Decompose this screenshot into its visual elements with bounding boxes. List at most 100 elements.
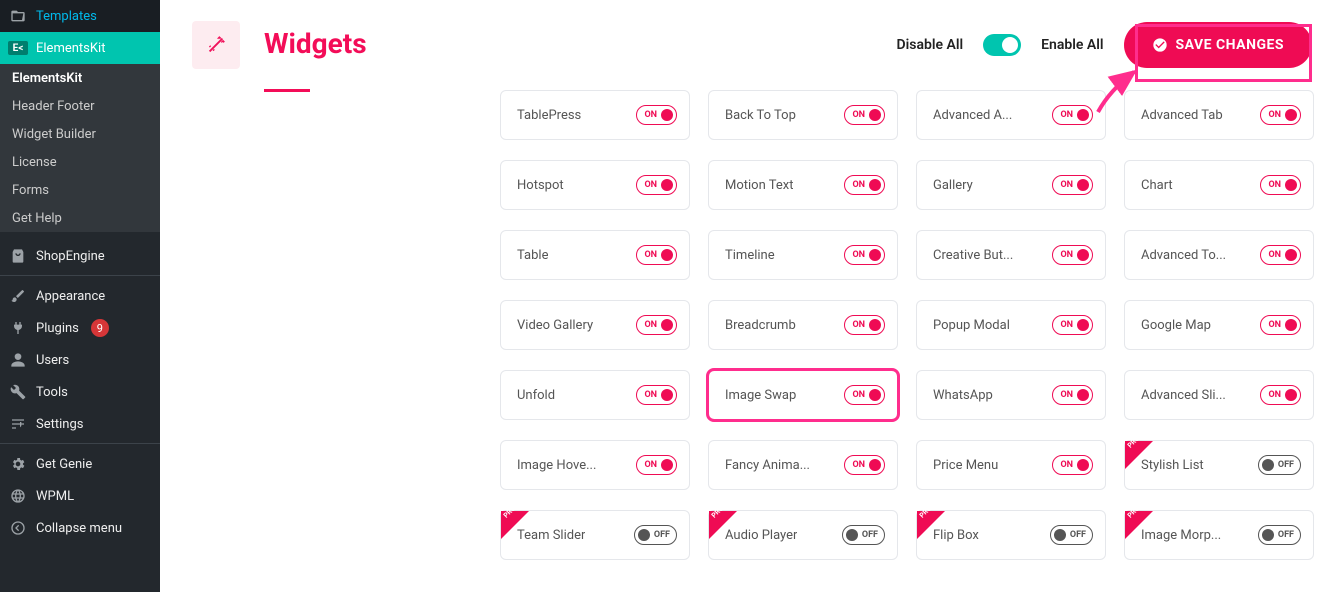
disable-all-label[interactable]: Disable All [897,37,964,53]
widget-toggle[interactable]: ON [844,245,885,265]
widget-card[interactable]: Fancy Anima...ON [708,440,898,490]
widget-label: Motion Text [725,178,793,193]
sidebar-item-shopengine[interactable]: ShopEngine [0,240,160,272]
master-toggle[interactable] [983,34,1021,56]
widget-card[interactable]: Google MapON [1124,300,1314,350]
toggle-knob-icon [661,249,673,261]
sidebar-item-plugins[interactable]: Plugins 9 [0,312,160,344]
widget-label: Breadcrumb [725,318,796,333]
widget-label: Image Hove... [517,458,596,473]
widget-card[interactable]: Timeline ON [708,230,898,280]
sidebar-item-label: Collapse menu [36,521,122,536]
toggle-state-label: ON [1056,460,1073,470]
widget-toggle[interactable]: ON [636,315,677,335]
widget-card[interactable]: Image SwapON [708,370,898,420]
widget-card[interactable]: WhatsAppON [916,370,1106,420]
widget-toggle[interactable]: ON [844,385,885,405]
widget-card[interactable]: Popup ModalON [916,300,1106,350]
sidebar-sub-elementskit[interactable]: ElementsKit [0,64,160,92]
widget-label: Chart [1141,178,1173,193]
sidebar-sub-get-help[interactable]: Get Help [0,204,160,232]
widget-card[interactable]: Price Menu ON [916,440,1106,490]
sidebar-item-elementskit[interactable]: E< ElementsKit [0,32,160,64]
enable-all-label[interactable]: Enable All [1041,37,1103,53]
sidebar-item-wpml[interactable]: WPML [0,480,160,512]
widget-toggle[interactable]: ON [636,105,677,125]
widget-card[interactable]: Advanced A...ON [916,90,1106,140]
widget-toggle[interactable]: OFF [1050,525,1093,545]
toggle-state-label: ON [848,110,865,120]
widget-card[interactable]: Unfold ON [500,370,690,420]
widget-card[interactable]: Advanced TabON [1124,90,1314,140]
sidebar-item-getgenie[interactable]: Get Genie [0,448,160,480]
sidebar-item-users[interactable]: Users [0,344,160,376]
widget-label: Price Menu [933,458,998,473]
widget-card[interactable]: PROTeam SliderOFF [500,510,690,560]
widget-card[interactable]: TablePress ON [500,90,690,140]
widget-card[interactable]: Creative But...ON [916,230,1106,280]
widget-label: Back To Top [725,108,796,123]
widget-toggle[interactable]: ON [1052,175,1093,195]
widget-toggle[interactable]: ON [1052,455,1093,475]
widget-toggle[interactable]: OFF [1258,455,1301,475]
sidebar-sub-license[interactable]: License [0,148,160,176]
widget-toggle[interactable]: ON [844,315,885,335]
widget-toggle[interactable]: OFF [842,525,885,545]
widget-toggle[interactable]: ON [636,455,677,475]
widget-toggle[interactable]: ON [1260,175,1301,195]
widget-card[interactable]: Chart ON [1124,160,1314,210]
sidebar-sub-header-footer[interactable]: Header Footer [0,92,160,120]
toggle-state-label: OFF [862,530,881,540]
widget-toggle[interactable]: ON [1052,245,1093,265]
widget-card[interactable]: Motion Text ON [708,160,898,210]
widget-toggle[interactable]: OFF [1258,525,1301,545]
widget-card[interactable]: Image Hove... ON [500,440,690,490]
sidebar-item-appearance[interactable]: Appearance [0,280,160,312]
widget-label: Advanced To... [1141,248,1226,263]
sidebar-item-label: ShopEngine [36,249,105,264]
widget-card[interactable]: Video GalleryON [500,300,690,350]
widget-toggle[interactable]: ON [636,245,677,265]
toggle-knob-icon [661,109,673,121]
widget-card[interactable]: GalleryON [916,160,1106,210]
widget-toggle[interactable]: ON [844,455,885,475]
widget-label: TablePress [517,108,581,123]
toggle-knob-icon [869,389,881,401]
widget-toggle[interactable]: ON [1052,385,1093,405]
sidebar-item-label: WPML [36,489,74,504]
widget-card[interactable]: PROFlip BoxOFF [916,510,1106,560]
widget-card[interactable]: PROImage Morp...OFF [1124,510,1314,560]
widget-card[interactable]: HotspotON [500,160,690,210]
sidebar-sub-forms[interactable]: Forms [0,176,160,204]
widget-toggle[interactable]: ON [1052,315,1093,335]
widget-toggle[interactable]: ON [1260,105,1301,125]
widget-toggle[interactable]: ON [844,175,885,195]
sidebar-item-settings[interactable]: Settings [0,408,160,440]
sidebar-sub-widget-builder[interactable]: Widget Builder [0,120,160,148]
sidebar-item-tools[interactable]: Tools [0,376,160,408]
widget-card[interactable]: Back To Top ON [708,90,898,140]
widget-card[interactable]: Advanced To... ON [1124,230,1314,280]
widget-toggle[interactable]: ON [844,105,885,125]
widget-toggle[interactable]: ON [1260,385,1301,405]
widget-toggle[interactable]: ON [636,175,677,195]
plugins-update-badge: 9 [91,319,109,337]
widget-card[interactable]: TableON [500,230,690,280]
sidebar-item-label: Appearance [36,289,105,304]
widget-toggle[interactable]: ON [1260,315,1301,335]
widget-label: Unfold [517,388,555,403]
widget-card[interactable]: PROStylish ListOFF [1124,440,1314,490]
widget-toggle[interactable]: ON [1052,105,1093,125]
widget-label: Image Morp... [1141,528,1221,543]
sidebar-item-templates[interactable]: Templates [0,0,160,32]
widget-toggle[interactable]: OFF [634,525,677,545]
widget-card[interactable]: PROAudio PlayerOFF [708,510,898,560]
widget-card[interactable]: Advanced Sli...ON [1124,370,1314,420]
widget-toggle[interactable]: ON [1260,245,1301,265]
widget-card[interactable]: Breadcrumb ON [708,300,898,350]
sidebar-item-collapse[interactable]: Collapse menu [0,512,160,544]
widget-label: Timeline [725,248,775,263]
toggle-knob-icon [1077,109,1089,121]
widget-toggle[interactable]: ON [636,385,677,405]
toggle-state-label: ON [640,250,657,260]
